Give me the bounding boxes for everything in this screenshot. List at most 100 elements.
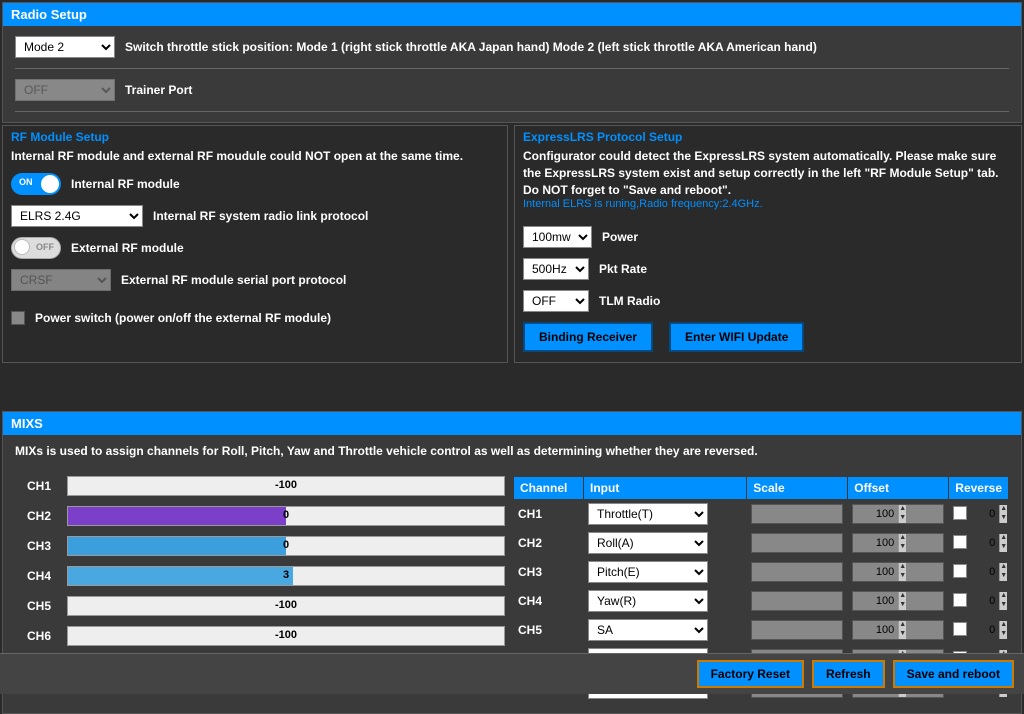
input-select[interactable]: Throttle(T) (588, 503, 708, 525)
input-select[interactable]: SA (588, 619, 708, 641)
col-channel: Channel (514, 477, 584, 500)
channel-bar-track: 0 (67, 536, 505, 556)
elrs-power-label: Power (602, 230, 638, 244)
spinner-up-icon[interactable]: ▲ (999, 621, 1007, 630)
trainer-port-select[interactable]: OFF (15, 79, 115, 101)
power-switch-checkbox[interactable] (11, 311, 25, 325)
col-reverse: Reverse (949, 477, 1009, 500)
elrs-tlm-select[interactable]: OFF (523, 290, 589, 312)
spinner-down-icon[interactable]: ▼ (999, 572, 1007, 581)
input-select[interactable]: Yaw(R) (588, 590, 708, 612)
elrs-pkt-label: Pkt Rate (599, 262, 647, 276)
spinner-down-icon[interactable]: ▼ (999, 630, 1007, 639)
elrs-title: ExpressLRS Protocol Setup (515, 126, 1021, 148)
channel-bar-label: CH5 (15, 599, 61, 613)
table-row: CH5SA ▲▼ ▲▼ (514, 616, 1009, 645)
cell-channel: CH2 (514, 529, 584, 558)
binding-receiver-button[interactable]: Binding Receiver (523, 322, 653, 352)
table-row: CH4Yaw(R) ▲▼ ▲▼ (514, 587, 1009, 616)
spinner-down-icon[interactable]: ▼ (999, 601, 1007, 610)
spinner-up-icon[interactable]: ▲ (999, 563, 1007, 572)
mode-description: Switch throttle stick position: Mode 1 (… (125, 40, 817, 54)
scale-input[interactable]: ▲▼ (751, 591, 843, 611)
input-select[interactable]: Roll(A) (588, 532, 708, 554)
mode-select[interactable]: Mode 2 (15, 36, 115, 58)
cell-channel: CH4 (514, 587, 584, 616)
radio-setup-title: Radio Setup (3, 3, 1021, 26)
trainer-port-label: Trainer Port (125, 83, 192, 97)
col-scale: Scale (747, 477, 848, 500)
channel-bar-label: CH4 (15, 569, 61, 583)
channel-bar-track: 0 (67, 506, 505, 526)
refresh-button[interactable]: Refresh (812, 660, 885, 688)
channel-bar-value: -100 (275, 479, 297, 491)
channel-bar-row: CH2 0 (15, 506, 505, 526)
factory-reset-button[interactable]: Factory Reset (697, 660, 804, 688)
input-select[interactable]: Pitch(E) (588, 561, 708, 583)
channel-bar-value: -100 (275, 599, 297, 611)
external-rf-label: External RF module (71, 241, 184, 255)
internal-protocol-label: Internal RF system radio link protocol (153, 209, 368, 223)
channel-bar-value: 0 (283, 539, 289, 551)
spinner-down-icon[interactable]: ▼ (999, 514, 1007, 523)
channel-bar-value: 0 (283, 509, 289, 521)
internal-rf-label: Internal RF module (71, 177, 180, 191)
channel-bar-value: -100 (275, 629, 297, 641)
elrs-tlm-label: TLM Radio (599, 294, 660, 308)
external-protocol-label: External RF module serial port protocol (121, 273, 346, 287)
save-reboot-button[interactable]: Save and reboot (893, 660, 1014, 688)
spinner-down-icon[interactable]: ▼ (999, 543, 1007, 552)
mixs-description: MIXs is used to assign channels for Roll… (15, 443, 1009, 460)
reverse-checkbox[interactable] (953, 622, 967, 636)
reverse-checkbox[interactable] (953, 535, 967, 549)
external-protocol-select[interactable]: CRSF (11, 269, 111, 291)
channel-bar-row: CH3 0 (15, 536, 505, 556)
channel-bar-track: -100 (67, 626, 505, 646)
channel-bar-label: CH1 (15, 479, 61, 493)
power-switch-label: Power switch (power on/off the external … (35, 311, 331, 325)
radio-setup-panel: Radio Setup Mode 2 Switch throttle stick… (2, 2, 1022, 123)
channel-bar-track: -100 (67, 596, 505, 616)
reverse-checkbox[interactable] (953, 564, 967, 578)
channel-bar-track: -100 (67, 476, 505, 496)
mixs-title: MIXS (3, 412, 1021, 435)
rf-module-title: RF Module Setup (3, 126, 507, 148)
channel-bar-label: CH2 (15, 509, 61, 523)
internal-rf-toggle[interactable]: ON (11, 173, 61, 195)
channel-bar-row: CH5 -100 (15, 596, 505, 616)
rf-module-warning: Internal RF module and external RF moudu… (11, 148, 499, 165)
scale-input[interactable]: ▲▼ (751, 533, 843, 553)
channel-bar-value: 3 (283, 569, 289, 581)
internal-protocol-select[interactable]: ELRS 2.4G (11, 205, 143, 227)
spinner-up-icon[interactable]: ▲ (999, 592, 1007, 601)
external-rf-toggle[interactable]: OFF (11, 237, 61, 259)
cell-channel: CH1 (514, 500, 584, 529)
channel-bar-row: CH4 3 (15, 566, 505, 586)
reverse-checkbox[interactable] (953, 593, 967, 607)
channel-bar-track: 3 (67, 566, 505, 586)
scale-input[interactable]: ▲▼ (751, 620, 843, 640)
spinner-up-icon[interactable]: ▲ (999, 505, 1007, 514)
reverse-checkbox[interactable] (953, 506, 967, 520)
table-row: CH1Throttle(T) ▲▼ ▲▼ (514, 500, 1009, 529)
rf-module-panel: RF Module Setup Internal RF module and e… (2, 125, 508, 363)
elrs-power-select[interactable]: 100mw (523, 226, 592, 248)
scale-input[interactable]: ▲▼ (751, 562, 843, 582)
footer-bar: Factory Reset Refresh Save and reboot (0, 653, 1024, 694)
col-offset: Offset (848, 477, 949, 500)
spinner-up-icon[interactable]: ▲ (999, 534, 1007, 543)
channel-bar-row: CH1 -100 (15, 476, 505, 496)
table-row: CH2Roll(A) ▲▼ ▲▼ (514, 529, 1009, 558)
cell-channel: CH5 (514, 616, 584, 645)
elrs-panel: ExpressLRS Protocol Setup Configurator c… (514, 125, 1022, 363)
cell-channel: CH3 (514, 558, 584, 587)
elrs-pkt-select[interactable]: 500Hz (523, 258, 589, 280)
channel-bar-label: CH6 (15, 629, 61, 643)
table-row: CH3Pitch(E) ▲▼ ▲▼ (514, 558, 1009, 587)
elrs-description: Configurator could detect the ExpressLRS… (523, 148, 1013, 198)
scale-input[interactable]: ▲▼ (751, 504, 843, 524)
elrs-status: Internal ELRS is runing,Radio frequency:… (523, 198, 1013, 210)
enter-wifi-update-button[interactable]: Enter WIFI Update (669, 322, 804, 352)
channel-bar-label: CH3 (15, 539, 61, 553)
channel-bar-row: CH6 -100 (15, 626, 505, 646)
